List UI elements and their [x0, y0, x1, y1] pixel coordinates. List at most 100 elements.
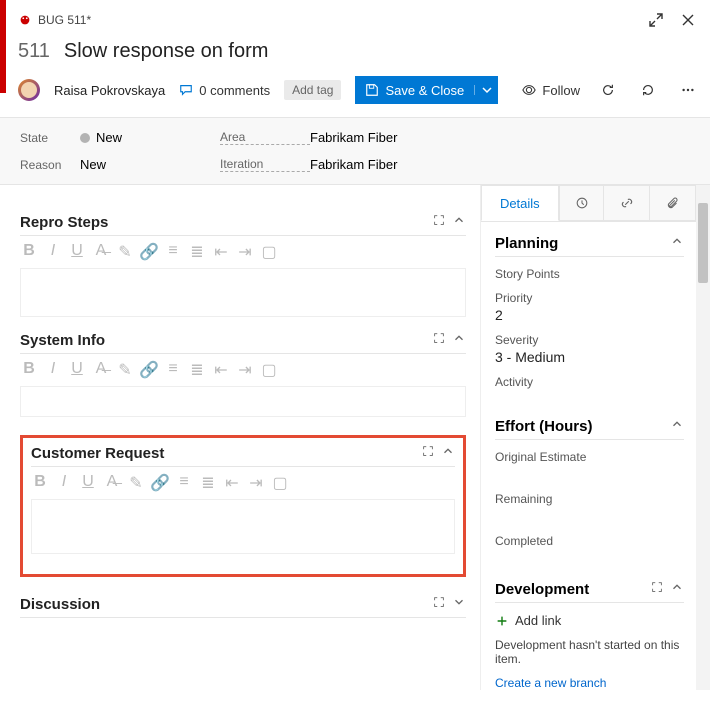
underline-icon[interactable]: U	[68, 360, 86, 380]
outdent-icon[interactable]: ⇤	[223, 473, 241, 493]
close-icon[interactable]	[676, 8, 700, 32]
link-icon[interactable]: 🔗	[151, 473, 169, 493]
reason-label: Reason	[20, 158, 80, 172]
clear-format-icon[interactable]: ✎	[116, 360, 134, 380]
bullet-list-icon[interactable]: ≡	[164, 242, 182, 262]
tab-details[interactable]: Details	[481, 185, 559, 221]
expand-icon[interactable]	[421, 444, 435, 462]
priority-value[interactable]: 2	[495, 307, 684, 323]
chevron-up-icon[interactable]	[452, 213, 466, 231]
font-color-icon[interactable]: A̶	[92, 242, 110, 262]
remaining-label: Remaining	[495, 492, 684, 506]
bold-icon[interactable]: B	[31, 473, 49, 493]
bug-icon	[18, 13, 32, 27]
italic-icon[interactable]: I	[44, 360, 62, 380]
image-icon[interactable]: ▢	[271, 473, 289, 493]
bold-icon[interactable]: B	[20, 360, 38, 380]
state-label: State	[20, 131, 80, 145]
tab-links[interactable]	[604, 185, 650, 221]
chevron-up-icon[interactable]	[670, 417, 684, 435]
customer-request-highlight: Customer Request B I U A̶ ✎ 🔗 ≡ ≣ ⇤ ⇥ ▢	[20, 435, 466, 577]
image-icon[interactable]: ▢	[260, 360, 278, 380]
number-list-icon[interactable]: ≣	[188, 242, 206, 262]
create-branch-link[interactable]: Create a new branch	[495, 676, 684, 690]
link-icon[interactable]: 🔗	[140, 360, 158, 380]
repro-steps-heading: Repro Steps	[20, 214, 108, 231]
tab-history[interactable]	[559, 185, 605, 221]
add-tag-button[interactable]: Add tag	[284, 80, 341, 100]
save-close-button[interactable]: Save & Close	[355, 76, 498, 104]
priority-label: Priority	[495, 291, 684, 305]
chevron-up-icon[interactable]	[452, 331, 466, 349]
planning-heading: Planning	[495, 235, 558, 252]
clear-format-icon[interactable]: ✎	[127, 473, 145, 493]
chevron-up-icon[interactable]	[670, 580, 684, 598]
chevron-up-icon[interactable]	[441, 444, 455, 462]
refresh-icon[interactable]	[596, 78, 620, 102]
assignee-name[interactable]: Raisa Pokrovskaya	[54, 83, 165, 98]
font-color-icon[interactable]: A̶	[103, 473, 121, 493]
number-list-icon[interactable]: ≣	[188, 360, 206, 380]
more-icon[interactable]	[676, 78, 700, 102]
outdent-icon[interactable]: ⇤	[212, 242, 230, 262]
save-dropdown[interactable]	[474, 85, 498, 95]
chevron-up-icon[interactable]	[670, 234, 684, 252]
chevron-down-icon[interactable]	[452, 595, 466, 613]
effort-heading: Effort (Hours)	[495, 418, 593, 435]
add-link-button[interactable]: Add link	[495, 613, 684, 628]
image-icon[interactable]: ▢	[260, 242, 278, 262]
bullet-list-icon[interactable]: ≡	[175, 473, 193, 493]
save-close-label: Save & Close	[385, 83, 464, 98]
italic-icon[interactable]: I	[44, 242, 62, 262]
underline-icon[interactable]: U	[68, 242, 86, 262]
area-value[interactable]: Fabrikam Fiber	[310, 130, 690, 145]
window-tab-label: BUG 511*	[38, 13, 91, 27]
indent-icon[interactable]: ⇥	[236, 360, 254, 380]
reason-value[interactable]: New	[80, 157, 220, 172]
scrollbar-thumb[interactable]	[698, 203, 708, 283]
rte-toolbar[interactable]: B I U A̶ ✎ 🔗 ≡ ≣ ⇤ ⇥ ▢	[20, 354, 466, 387]
underline-icon[interactable]: U	[79, 473, 97, 493]
number-list-icon[interactable]: ≣	[199, 473, 217, 493]
severity-value[interactable]: 3 - Medium	[495, 349, 684, 365]
system-info-editor[interactable]	[20, 387, 466, 417]
indent-icon[interactable]: ⇥	[236, 242, 254, 262]
work-item-title[interactable]: Slow response on form	[64, 40, 269, 63]
expand-icon[interactable]	[432, 595, 446, 613]
follow-button[interactable]: Follow	[522, 83, 580, 98]
rte-toolbar[interactable]: B I U A̶ ✎ 🔗 ≡ ≣ ⇤ ⇥ ▢	[20, 236, 466, 269]
follow-label: Follow	[542, 83, 580, 98]
outdent-icon[interactable]: ⇤	[212, 360, 230, 380]
development-heading: Development	[495, 581, 589, 598]
state-value[interactable]: New	[80, 130, 220, 145]
repro-steps-editor[interactable]	[20, 269, 466, 317]
rte-toolbar[interactable]: B I U A̶ ✎ 🔗 ≡ ≣ ⇤ ⇥ ▢	[31, 467, 455, 500]
left-accent-bar	[0, 0, 6, 93]
bold-icon[interactable]: B	[20, 242, 38, 262]
clear-format-icon[interactable]: ✎	[116, 242, 134, 262]
customer-request-editor[interactable]	[31, 500, 455, 554]
italic-icon[interactable]: I	[55, 473, 73, 493]
scrollbar[interactable]	[696, 185, 710, 690]
fullscreen-icon[interactable]	[644, 8, 668, 32]
completed-label: Completed	[495, 534, 684, 548]
bullet-list-icon[interactable]: ≡	[164, 360, 182, 380]
expand-icon[interactable]	[432, 331, 446, 349]
iteration-value[interactable]: Fabrikam Fiber	[310, 157, 690, 172]
font-color-icon[interactable]: A̶	[92, 360, 110, 380]
severity-label: Severity	[495, 333, 684, 347]
avatar[interactable]	[18, 79, 40, 101]
undo-icon[interactable]	[636, 78, 660, 102]
activity-label: Activity	[495, 375, 684, 389]
comments-label: 0 comments	[199, 83, 270, 98]
expand-icon[interactable]	[650, 580, 664, 598]
expand-icon[interactable]	[432, 213, 446, 231]
discussion-heading: Discussion	[20, 596, 100, 613]
add-link-label: Add link	[515, 613, 561, 628]
tab-attachments[interactable]	[650, 185, 696, 221]
story-points-label: Story Points	[495, 267, 684, 281]
indent-icon[interactable]: ⇥	[247, 473, 265, 493]
system-info-heading: System Info	[20, 332, 105, 349]
link-icon[interactable]: 🔗	[140, 242, 158, 262]
comments-button[interactable]: 0 comments	[179, 83, 270, 98]
